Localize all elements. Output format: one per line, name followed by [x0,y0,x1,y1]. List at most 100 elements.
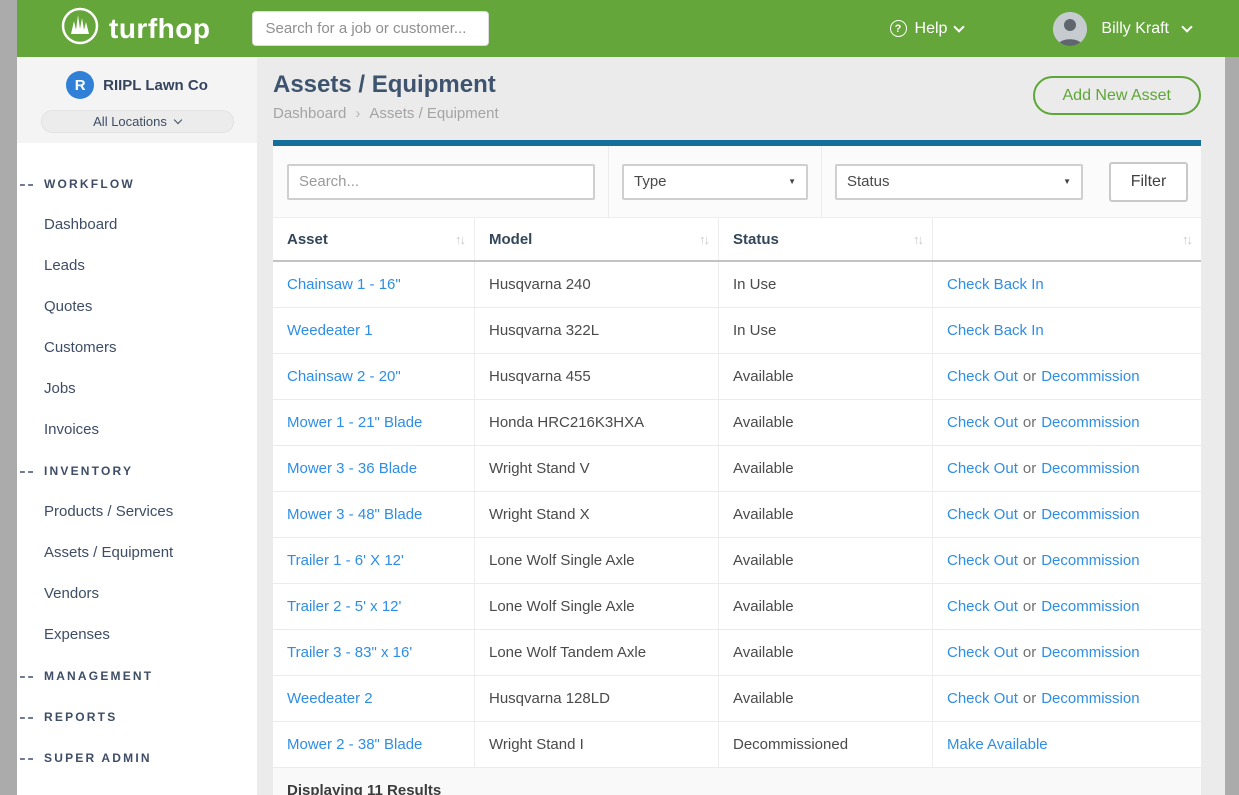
sort-icon[interactable]: ↑↓ [1182,232,1191,247]
table-row: Chainsaw 1 - 16" Husqvarna 240 In Use Ch… [273,262,1201,308]
status-cell: In Use [719,308,933,353]
sidebar-item-customers[interactable]: Customers [17,327,257,368]
scrollbar-track[interactable] [1225,57,1239,795]
asset-link[interactable]: Trailer 2 - 5' x 12' [287,598,401,615]
section-label: MANAGEMENT [44,669,153,683]
action-separator: or [1023,460,1036,477]
action-link-primary[interactable]: Check Back In [947,276,1044,293]
asset-link[interactable]: Mower 3 - 48" Blade [287,506,422,523]
sidebar-item-products-services[interactable]: Products / Services [17,491,257,532]
asset-link[interactable]: Weedeater 2 [287,690,373,707]
section-dash-icon [20,717,33,719]
table-header: Asset ↑↓ Model ↑↓ Status ↑↓ ↑↓ [273,218,1201,262]
sidebar-section-workflow[interactable]: WORKFLOW [17,163,257,204]
action-link-primary[interactable]: Check Back In [947,322,1044,339]
sort-icon[interactable]: ↑↓ [913,232,922,247]
location-selector-label: All Locations [93,114,167,129]
asset-link[interactable]: Trailer 3 - 83" x 16' [287,644,412,661]
sidebar-nav: WORKFLOW Dashboard Leads Quotes Customer… [17,143,257,778]
model-cell: Husqvarna 240 [475,262,719,307]
column-header-asset[interactable]: Asset ↑↓ [273,218,475,260]
model-cell: Wright Stand V [475,446,719,491]
asset-link[interactable]: Chainsaw 1 - 16" [287,276,401,293]
action-link-secondary[interactable]: Decommission [1041,690,1139,707]
action-link-secondary[interactable]: Decommission [1041,414,1139,431]
asset-link[interactable]: Chainsaw 2 - 20" [287,368,401,385]
action-link-primary[interactable]: Check Out [947,506,1018,523]
location-selector[interactable]: All Locations [41,110,234,133]
action-link-secondary[interactable]: Decommission [1041,598,1139,615]
action-link-primary[interactable]: Check Out [947,552,1018,569]
results-count: Displaying 11 Results [273,768,1201,795]
sidebar-item-invoices[interactable]: Invoices [17,409,257,450]
action-link-secondary[interactable]: Decommission [1041,368,1139,385]
window-edge-left [0,0,17,795]
global-search-input[interactable] [252,11,489,46]
asset-link[interactable]: Mower 3 - 36 Blade [287,460,417,477]
status-cell: Available [719,630,933,675]
status-select[interactable]: Status ▼ [835,164,1083,200]
sort-icon[interactable]: ↑↓ [699,232,708,247]
sidebar-item-leads[interactable]: Leads [17,245,257,286]
model-cell: Lone Wolf Tandem Axle [475,630,719,675]
section-dash-icon [20,184,33,186]
help-menu[interactable]: ? Help [890,20,964,38]
model-cell: Lone Wolf Single Axle [475,538,719,583]
type-select[interactable]: Type ▼ [622,164,808,200]
column-header-actions[interactable]: ↑↓ [933,218,1201,260]
action-link-primary[interactable]: Check Out [947,368,1018,385]
user-avatar[interactable] [1053,12,1087,46]
asset-link[interactable]: Trailer 1 - 6' X 12' [287,552,404,569]
sidebar-item-assets-equipment[interactable]: Assets / Equipment [17,532,257,573]
table-row: Mower 1 - 21" Blade Honda HRC216K3HXA Av… [273,400,1201,446]
table-row: Trailer 3 - 83" x 16' Lone Wolf Tandem A… [273,630,1201,676]
status-cell: Available [719,354,933,399]
add-new-asset-button[interactable]: Add New Asset [1033,76,1202,115]
company-name: RIIPL Lawn Co [103,77,208,94]
action-separator: or [1023,644,1036,661]
table-row: Weedeater 2 Husqvarna 128LD Available Ch… [273,676,1201,722]
sort-icon[interactable]: ↑↓ [455,232,464,247]
sidebar-section-super-admin[interactable]: SUPER ADMIN [17,737,257,778]
sidebar-item-dashboard[interactable]: Dashboard [17,204,257,245]
column-label: Model [489,231,532,248]
sidebar-section-reports[interactable]: REPORTS [17,696,257,737]
user-name: Billy Kraft [1101,20,1169,38]
sidebar-item-expenses[interactable]: Expenses [17,614,257,655]
sidebar-item-vendors[interactable]: Vendors [17,573,257,614]
action-link-secondary[interactable]: Decommission [1041,506,1139,523]
action-link-secondary[interactable]: Decommission [1041,552,1139,569]
asset-link[interactable]: Weedeater 1 [287,322,373,339]
action-link-primary[interactable]: Check Out [947,414,1018,431]
model-cell: Lone Wolf Single Axle [475,584,719,629]
user-chevron-down-icon[interactable] [1181,21,1192,32]
model-cell: Husqvarna 455 [475,354,719,399]
column-header-status[interactable]: Status ↑↓ [719,218,933,260]
action-link-primary[interactable]: Check Out [947,460,1018,477]
sidebar-item-quotes[interactable]: Quotes [17,286,257,327]
action-link-primary[interactable]: Make Available [947,736,1048,753]
sidebar-section-inventory[interactable]: INVENTORY [17,450,257,491]
sidebar-company-block: R RIIPL Lawn Co All Locations [17,57,257,143]
table-search-input[interactable] [287,164,595,200]
status-select-value: Status [847,173,890,190]
filter-button[interactable]: Filter [1109,162,1188,202]
status-cell: Decommissioned [719,722,933,767]
sidebar-section-management[interactable]: MANAGEMENT [17,655,257,696]
breadcrumb-dashboard[interactable]: Dashboard [273,105,346,122]
asset-link[interactable]: Mower 1 - 21" Blade [287,414,422,431]
column-label: Status [733,231,779,248]
action-link-secondary[interactable]: Decommission [1041,460,1139,477]
model-cell: Wright Stand I [475,722,719,767]
brand-name: turfhop [109,13,210,45]
action-link-primary[interactable]: Check Out [947,690,1018,707]
section-label: WORKFLOW [44,177,135,191]
asset-link[interactable]: Mower 2 - 38" Blade [287,736,422,753]
action-link-primary[interactable]: Check Out [947,598,1018,615]
action-link-secondary[interactable]: Decommission [1041,644,1139,661]
sidebar-item-jobs[interactable]: Jobs [17,368,257,409]
column-header-model[interactable]: Model ↑↓ [475,218,719,260]
status-cell: Available [719,584,933,629]
brand-logo[interactable]: turfhop [60,6,210,51]
action-link-primary[interactable]: Check Out [947,644,1018,661]
